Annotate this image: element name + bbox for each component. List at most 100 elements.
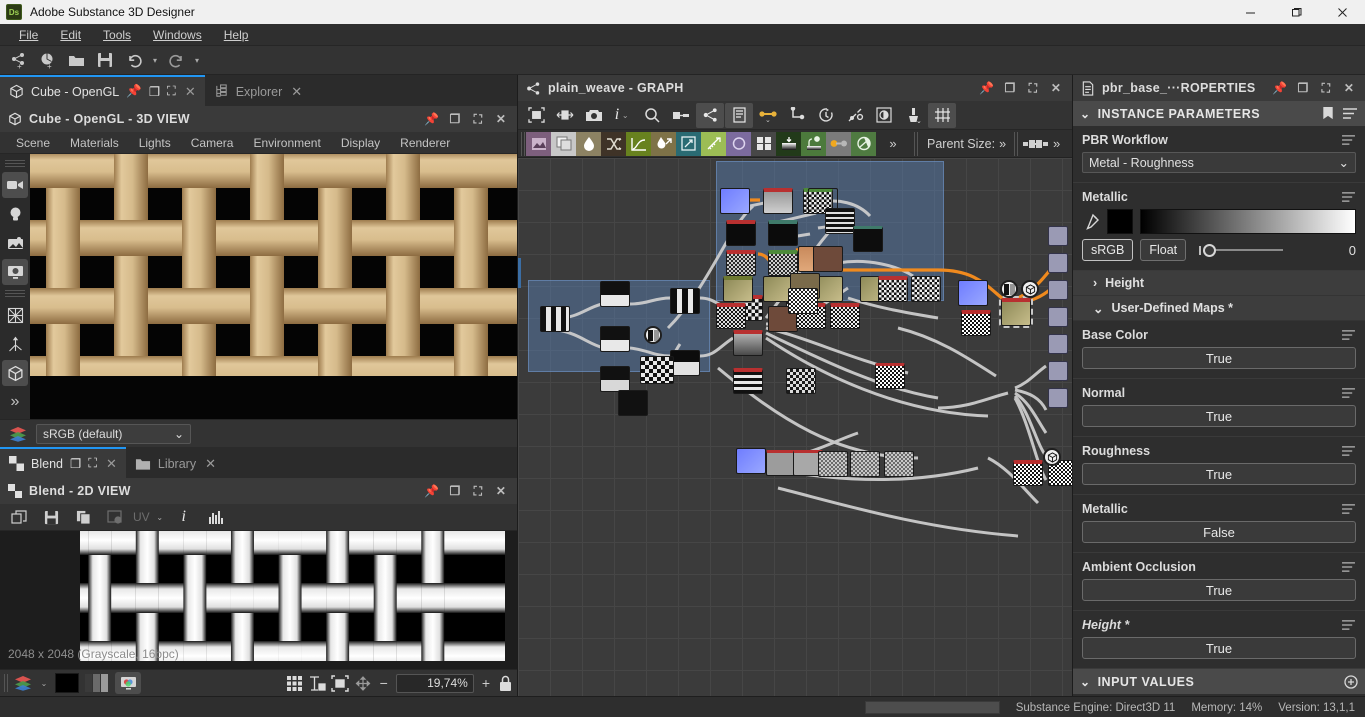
fit-height-icon[interactable] — [308, 675, 326, 692]
plus-circle-icon[interactable] — [1344, 674, 1358, 689]
maximize-icon[interactable]: ⛶ — [1318, 81, 1334, 96]
view3d-menu-camera[interactable]: Camera — [181, 133, 244, 153]
camera-icon[interactable] — [2, 172, 28, 198]
close-icon[interactable]: ✕ — [185, 84, 196, 100]
graph-node[interactable] — [726, 220, 756, 246]
output-node[interactable] — [1048, 226, 1068, 246]
new-package-icon[interactable]: + — [33, 48, 61, 73]
link-style-icon[interactable]: ⌄ — [754, 103, 782, 128]
display-settings-icon[interactable] — [2, 259, 28, 285]
menu-tools[interactable]: Tools — [92, 25, 142, 45]
graph-node[interactable] — [830, 303, 860, 329]
options-icon[interactable] — [1341, 191, 1356, 203]
timing-icon[interactable] — [812, 103, 840, 128]
link-mode-icon[interactable] — [1023, 138, 1049, 150]
fit-image-icon[interactable] — [330, 674, 349, 692]
restore-icon[interactable]: ❐ — [447, 484, 463, 498]
graph-node[interactable] — [788, 288, 818, 314]
view3d-menu-materials[interactable]: Materials — [60, 133, 129, 153]
undo-icon[interactable] — [120, 48, 148, 73]
atomic-bitmap-node-button[interactable] — [526, 131, 551, 156]
grid-snap-icon[interactable] — [928, 102, 956, 128]
restore-icon[interactable]: ❐ — [1295, 81, 1311, 95]
output-node[interactable] — [1048, 253, 1068, 273]
copy-icon[interactable] — [69, 505, 97, 530]
pin-icon[interactable]: 📌 — [424, 484, 440, 498]
pin-icon[interactable]: 📌 — [424, 112, 440, 126]
chevron-down-icon[interactable]: ⌄ — [38, 679, 50, 688]
graph-node[interactable] — [723, 276, 753, 302]
search-icon[interactable] — [638, 103, 666, 128]
graph-node[interactable] — [813, 246, 843, 272]
graph-node[interactable] — [768, 220, 798, 246]
black-swatch-icon[interactable] — [55, 673, 79, 693]
menu-edit[interactable]: Edit — [49, 25, 92, 45]
metallic-value-button[interactable]: False — [1082, 521, 1356, 543]
restore-icon[interactable]: ❐ — [70, 456, 81, 471]
restore-icon[interactable]: ❐ — [149, 84, 160, 99]
ambient-occlusion-value-button[interactable]: True — [1082, 579, 1356, 601]
graph-node[interactable] — [670, 288, 700, 314]
close-button[interactable] — [1319, 0, 1365, 24]
view3d-menu-display[interactable]: Display — [331, 133, 390, 153]
link-creation-icon[interactable] — [667, 103, 695, 128]
graph-node[interactable] — [850, 451, 880, 477]
normal-value-button[interactable]: True — [1082, 405, 1356, 427]
graph-node[interactable] — [763, 188, 793, 214]
instance-parameters-section-header[interactable]: ⌄ INSTANCE PARAMETERS — [1073, 101, 1365, 126]
view3d-menu-scene[interactable]: Scene — [6, 133, 60, 153]
colorspace-select[interactable]: sRGB (default) ⌄ — [36, 423, 191, 444]
tiling-grid-icon[interactable] — [286, 675, 303, 692]
base-color-value-button[interactable]: True — [1082, 347, 1356, 369]
tab-cube-opengl[interactable]: Cube - OpenGL 📌 ❐ ⛶ ✕ — [0, 75, 205, 106]
graph-node[interactable] — [958, 280, 988, 306]
graph-canvas[interactable] — [518, 158, 1072, 696]
graph-node-selected[interactable] — [640, 356, 674, 384]
graph-node[interactable] — [825, 208, 855, 234]
pin-icon[interactable]: 📌 — [979, 81, 995, 95]
info-icon[interactable]: i ⌄ — [609, 103, 637, 128]
maximize-icon[interactable]: ⛶ — [88, 456, 97, 471]
shuffle-node-button[interactable] — [601, 131, 626, 156]
more-categories-button[interactable]: » — [876, 136, 910, 151]
channels-icon[interactable] — [84, 673, 110, 693]
options-icon[interactable] — [1341, 619, 1356, 631]
roughness-value-button[interactable]: True — [1082, 463, 1356, 485]
metallic-gradient-bar[interactable] — [1140, 209, 1356, 234]
graph-node[interactable] — [911, 276, 941, 302]
wireframe-icon[interactable] — [2, 302, 28, 328]
material-node-button[interactable] — [826, 131, 851, 156]
uv-dropdown-label[interactable]: UV — [133, 510, 150, 524]
graph-node[interactable] — [961, 310, 991, 336]
metallic-slider[interactable] — [1193, 240, 1323, 260]
graph-node[interactable] — [600, 366, 630, 392]
close-icon[interactable]: ✕ — [291, 84, 302, 100]
uv-toggle-icon[interactable] — [101, 505, 129, 530]
rail-grip-top[interactable] — [5, 160, 25, 167]
subsection-height[interactable]: › Height — [1073, 271, 1365, 296]
new-graph-icon[interactable]: + — [4, 48, 32, 73]
options-icon[interactable] — [1342, 107, 1358, 120]
graph-node[interactable] — [600, 281, 630, 307]
viewport-3d-render[interactable] — [30, 154, 517, 419]
pin-icon[interactable]: 📌 — [126, 84, 142, 99]
graph-layout-icon[interactable] — [696, 102, 724, 128]
pbr-workflow-select[interactable]: Metal - Roughness ⌄ — [1082, 152, 1356, 173]
graph-node[interactable] — [853, 226, 883, 252]
close-icon[interactable]: ✕ — [493, 484, 509, 498]
pin-icon[interactable]: 📌 — [1272, 81, 1288, 95]
output-node[interactable] — [1048, 361, 1068, 381]
graph-node-selected[interactable] — [999, 296, 1033, 328]
directional-warp-node-button[interactable] — [651, 131, 676, 156]
zoom-in-button[interactable]: + — [479, 675, 493, 691]
height-value-button[interactable]: True — [1082, 637, 1356, 659]
lock-icon[interactable] — [498, 675, 513, 692]
input-values-section-header[interactable]: ⌄ INPUT VALUES — [1073, 669, 1365, 694]
maximize-button[interactable] — [1273, 0, 1319, 24]
zoom-level-input[interactable]: 19,74% — [395, 673, 474, 693]
transform-node-button[interactable] — [676, 131, 701, 156]
parent-size-more-button[interactable]: » — [999, 137, 1006, 151]
options-icon[interactable] — [1341, 561, 1356, 573]
graph-node[interactable] — [1013, 460, 1043, 486]
link-tool-grip[interactable] — [1014, 131, 1020, 156]
